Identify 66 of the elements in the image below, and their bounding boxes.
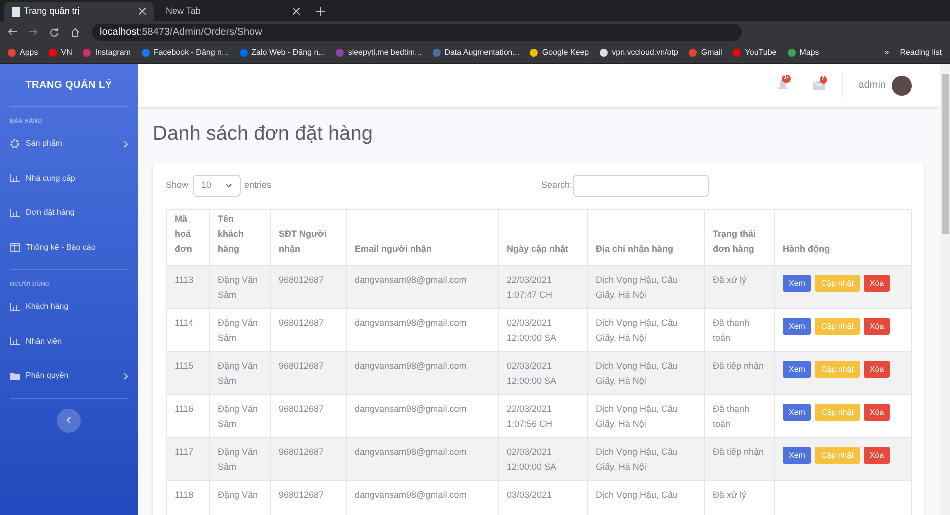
delete-button[interactable]: Xóa bbox=[864, 447, 890, 464]
browser-tab[interactable]: New Tab bbox=[158, 2, 308, 21]
bookmark[interactable]: YouTube bbox=[733, 47, 777, 59]
address-text: localhost:58473/Admin/Orders/Show bbox=[100, 26, 262, 40]
page-icon bbox=[12, 6, 20, 16]
chevron-left-icon bbox=[67, 417, 71, 424]
more-bookmarks[interactable]: » bbox=[884, 47, 890, 59]
table-cell: 1118 bbox=[166, 480, 210, 515]
bookmark[interactable]: Google Keep bbox=[530, 47, 590, 59]
reading-list[interactable]: Reading list bbox=[900, 47, 942, 59]
delete-button[interactable]: Xóa bbox=[864, 275, 890, 292]
reload-icon bbox=[50, 28, 59, 36]
browser-tab[interactable]: Trang quản trị bbox=[4, 2, 154, 21]
forward-arrow-icon bbox=[29, 28, 38, 36]
bookmark[interactable]: sleepyti.me bedtim... bbox=[336, 47, 422, 59]
chevron-down-icon bbox=[226, 184, 232, 188]
entries-label: entries bbox=[244, 179, 272, 192]
avatar-icon bbox=[892, 76, 912, 96]
chevron-right-icon bbox=[124, 140, 128, 148]
column-header: Mã hoá đơn bbox=[166, 210, 210, 266]
page-size-select[interactable]: 10 bbox=[192, 175, 241, 197]
plus-icon[interactable] bbox=[316, 7, 325, 16]
sidebar-item[interactable]: Sản phẩm bbox=[26, 138, 118, 150]
bookmark[interactable]: Instagram bbox=[83, 47, 131, 59]
view-button[interactable]: Xem bbox=[783, 318, 812, 335]
view-button[interactable]: Xem bbox=[783, 447, 812, 464]
bookmark[interactable]: Data Augmentation... bbox=[432, 47, 520, 59]
address-field[interactable]: localhost:58473/Admin/Orders/Show bbox=[92, 24, 742, 40]
close-icon bbox=[139, 8, 146, 15]
bookmark[interactable]: Gmail bbox=[689, 47, 722, 59]
sidebar-item[interactable]: Thống kê - Báo cáo bbox=[26, 242, 128, 254]
sidebar-item[interactable]: Đơn đặt hàng bbox=[26, 207, 128, 220]
envelope-icon[interactable] bbox=[812, 81, 825, 90]
delete-button[interactable]: Xóa bbox=[864, 361, 890, 378]
chevron-right-icon bbox=[124, 372, 128, 380]
bar-chart-icon bbox=[10, 302, 20, 312]
search-field[interactable] bbox=[572, 175, 709, 197]
bookmark[interactable]: Apps bbox=[8, 47, 38, 59]
sidebar-item[interactable]: Nhà cung cấp bbox=[26, 172, 128, 185]
gear-icon bbox=[10, 139, 20, 150]
user-name[interactable]: admin bbox=[858, 78, 886, 93]
folder-icon bbox=[10, 372, 20, 381]
view-button[interactable]: Xem bbox=[783, 361, 812, 378]
view-button[interactable]: Xem bbox=[783, 275, 812, 292]
page-title: Danh sách đơn đặt hàng bbox=[153, 122, 374, 147]
sidebar-item[interactable]: Nhân viên bbox=[26, 336, 128, 348]
search-label: Search: bbox=[542, 179, 573, 192]
brand-title: TRANG QUẢN LÝ bbox=[10, 64, 128, 107]
table-icon bbox=[10, 243, 20, 252]
close-icon bbox=[293, 8, 300, 15]
show-label: Show bbox=[166, 179, 189, 192]
bar-chart-icon bbox=[10, 208, 20, 218]
bookmark[interactable]: Zalo Web - Đăng n... bbox=[240, 47, 326, 59]
home-icon bbox=[71, 28, 80, 36]
bookmark[interactable]: vpn.vccloud.vn/otp bbox=[600, 47, 678, 59]
delete-button[interactable]: Xóa bbox=[864, 404, 890, 421]
bookmark[interactable]: Maps bbox=[788, 47, 820, 59]
view-button[interactable]: Xem bbox=[783, 404, 812, 421]
bookmark[interactable]: VN bbox=[49, 47, 72, 59]
sidebar-item[interactable]: Phân quyền bbox=[26, 370, 118, 382]
sidebar-item[interactable]: Khách hàng bbox=[26, 301, 128, 314]
bar-chart-icon bbox=[10, 174, 20, 184]
back-arrow-icon bbox=[8, 28, 17, 36]
bookmark[interactable]: Facebook - Đăng n... bbox=[142, 47, 229, 59]
bar-chart-icon bbox=[10, 337, 20, 346]
delete-button[interactable]: Xóa bbox=[864, 318, 890, 335]
